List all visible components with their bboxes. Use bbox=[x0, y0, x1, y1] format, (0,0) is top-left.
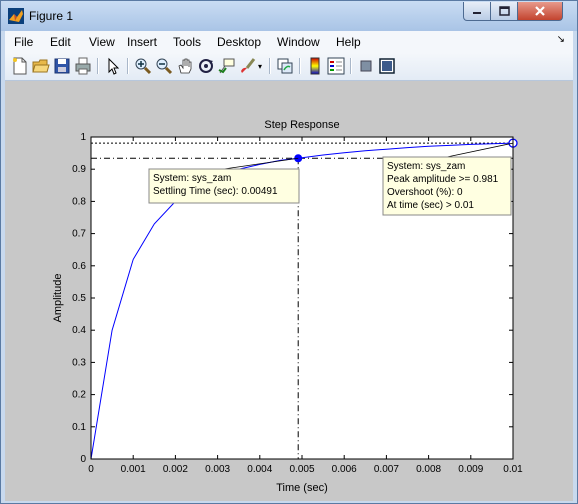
minimize-icon bbox=[473, 12, 481, 14]
figure-toolbar: ▾ bbox=[5, 53, 573, 81]
colorbar-icon[interactable] bbox=[306, 57, 324, 75]
x-tick-label: 0.004 bbox=[247, 464, 272, 475]
toolbar-separator bbox=[350, 58, 352, 74]
window-title: Figure 1 bbox=[29, 9, 74, 23]
x-tick-label: 0.003 bbox=[205, 464, 230, 475]
zoom-in-icon[interactable] bbox=[134, 57, 152, 75]
menu-file[interactable]: File bbox=[14, 35, 33, 49]
datatip-text: Settling Time (sec): 0.00491 bbox=[153, 186, 278, 197]
toolbar-separator bbox=[127, 58, 129, 74]
toolbar-separator bbox=[269, 58, 271, 74]
link-plot-icon[interactable] bbox=[276, 57, 294, 75]
maximize-button[interactable] bbox=[491, 2, 518, 21]
toolbar-separator bbox=[97, 58, 99, 74]
x-tick-label: 0.007 bbox=[374, 464, 399, 475]
menu-tools[interactable]: Tools bbox=[173, 35, 201, 49]
pan-icon[interactable] bbox=[176, 57, 194, 75]
y-tick-label: 0.6 bbox=[72, 261, 86, 272]
x-tick-label: 0.005 bbox=[289, 464, 314, 475]
menu-edit[interactable]: Edit bbox=[50, 35, 71, 49]
menu-desktop[interactable]: Desktop bbox=[217, 35, 261, 49]
brush-icon[interactable] bbox=[239, 57, 257, 75]
show-plot-tools-icon[interactable] bbox=[378, 57, 396, 75]
y-axis-label: Amplitude bbox=[52, 274, 64, 323]
figure-canvas: Step Response 0 0.001 0.002 0.003 0.004 0.005… bbox=[5, 81, 573, 501]
datatip-text: System: sys_zam bbox=[153, 173, 231, 184]
close-button[interactable] bbox=[518, 2, 563, 21]
minimize-button[interactable] bbox=[463, 2, 491, 21]
rotate-3d-icon[interactable] bbox=[197, 57, 215, 75]
legend-icon[interactable] bbox=[327, 57, 345, 75]
x-tick-label: 0.008 bbox=[416, 464, 441, 475]
edit-plot-icon[interactable] bbox=[104, 57, 122, 75]
menu-insert[interactable]: Insert bbox=[127, 35, 157, 49]
y-tick-label: 0 bbox=[80, 454, 86, 465]
x-tick-label: 0.001 bbox=[121, 464, 146, 475]
chevron-icon[interactable]: ↘ bbox=[557, 34, 565, 45]
save-icon[interactable] bbox=[53, 57, 71, 75]
x-tick-label: 0 bbox=[88, 464, 94, 475]
x-tick-label: 0.002 bbox=[163, 464, 188, 475]
title-bar[interactable]: Figure 1 bbox=[1, 1, 577, 31]
y-tick-label: 0.7 bbox=[72, 229, 86, 240]
data-cursor-icon[interactable] bbox=[218, 57, 236, 75]
step-response-plot[interactable]: Step Response 0 0.001 0.002 0.003 0.004 0.005… bbox=[5, 81, 573, 501]
y-tick-label: 0.5 bbox=[72, 293, 86, 304]
datatip-text: Peak amplitude >= 0.981 bbox=[387, 174, 499, 185]
close-icon bbox=[535, 6, 545, 16]
zoom-out-icon[interactable] bbox=[155, 57, 173, 75]
y-tick-label: 0.4 bbox=[72, 325, 86, 336]
figure-window: Figure 1 File Edit View Insert Tools Des… bbox=[0, 0, 578, 504]
maximize-icon bbox=[498, 6, 510, 16]
menu-bar: File Edit View Insert Tools Desktop Wind… bbox=[5, 31, 573, 53]
chart-title: Step Response bbox=[264, 119, 339, 131]
menu-window[interactable]: Window bbox=[277, 35, 320, 49]
new-figure-icon[interactable] bbox=[11, 57, 29, 75]
datatip-text: At time (sec) > 0.01 bbox=[387, 200, 474, 211]
y-tick-label: 0.1 bbox=[72, 422, 86, 433]
datatip-text: System: sys_zam bbox=[387, 161, 465, 172]
x-tick-label: 0.01 bbox=[503, 464, 523, 475]
y-tick-label: 0.2 bbox=[72, 390, 86, 401]
hide-plot-tools-icon[interactable] bbox=[357, 57, 375, 75]
x-tick-label: 0.006 bbox=[332, 464, 357, 475]
y-tick-label: 0.8 bbox=[72, 196, 86, 207]
matlab-logo-icon bbox=[8, 8, 24, 24]
x-axis-label: Time (sec) bbox=[276, 482, 328, 494]
open-file-icon[interactable] bbox=[32, 57, 50, 75]
brush-dropdown-icon[interactable]: ▾ bbox=[258, 62, 262, 71]
y-tick-label: 0.3 bbox=[72, 357, 86, 368]
y-tick-label: 0.9 bbox=[72, 164, 86, 175]
datatip-text: Overshoot (%): 0 bbox=[387, 187, 463, 198]
toolbar-separator bbox=[299, 58, 301, 74]
x-tick-label: 0.009 bbox=[458, 464, 483, 475]
menu-view[interactable]: View bbox=[89, 35, 115, 49]
y-tick-label: 1 bbox=[80, 132, 86, 143]
print-icon[interactable] bbox=[74, 57, 92, 75]
menu-help[interactable]: Help bbox=[336, 35, 361, 49]
